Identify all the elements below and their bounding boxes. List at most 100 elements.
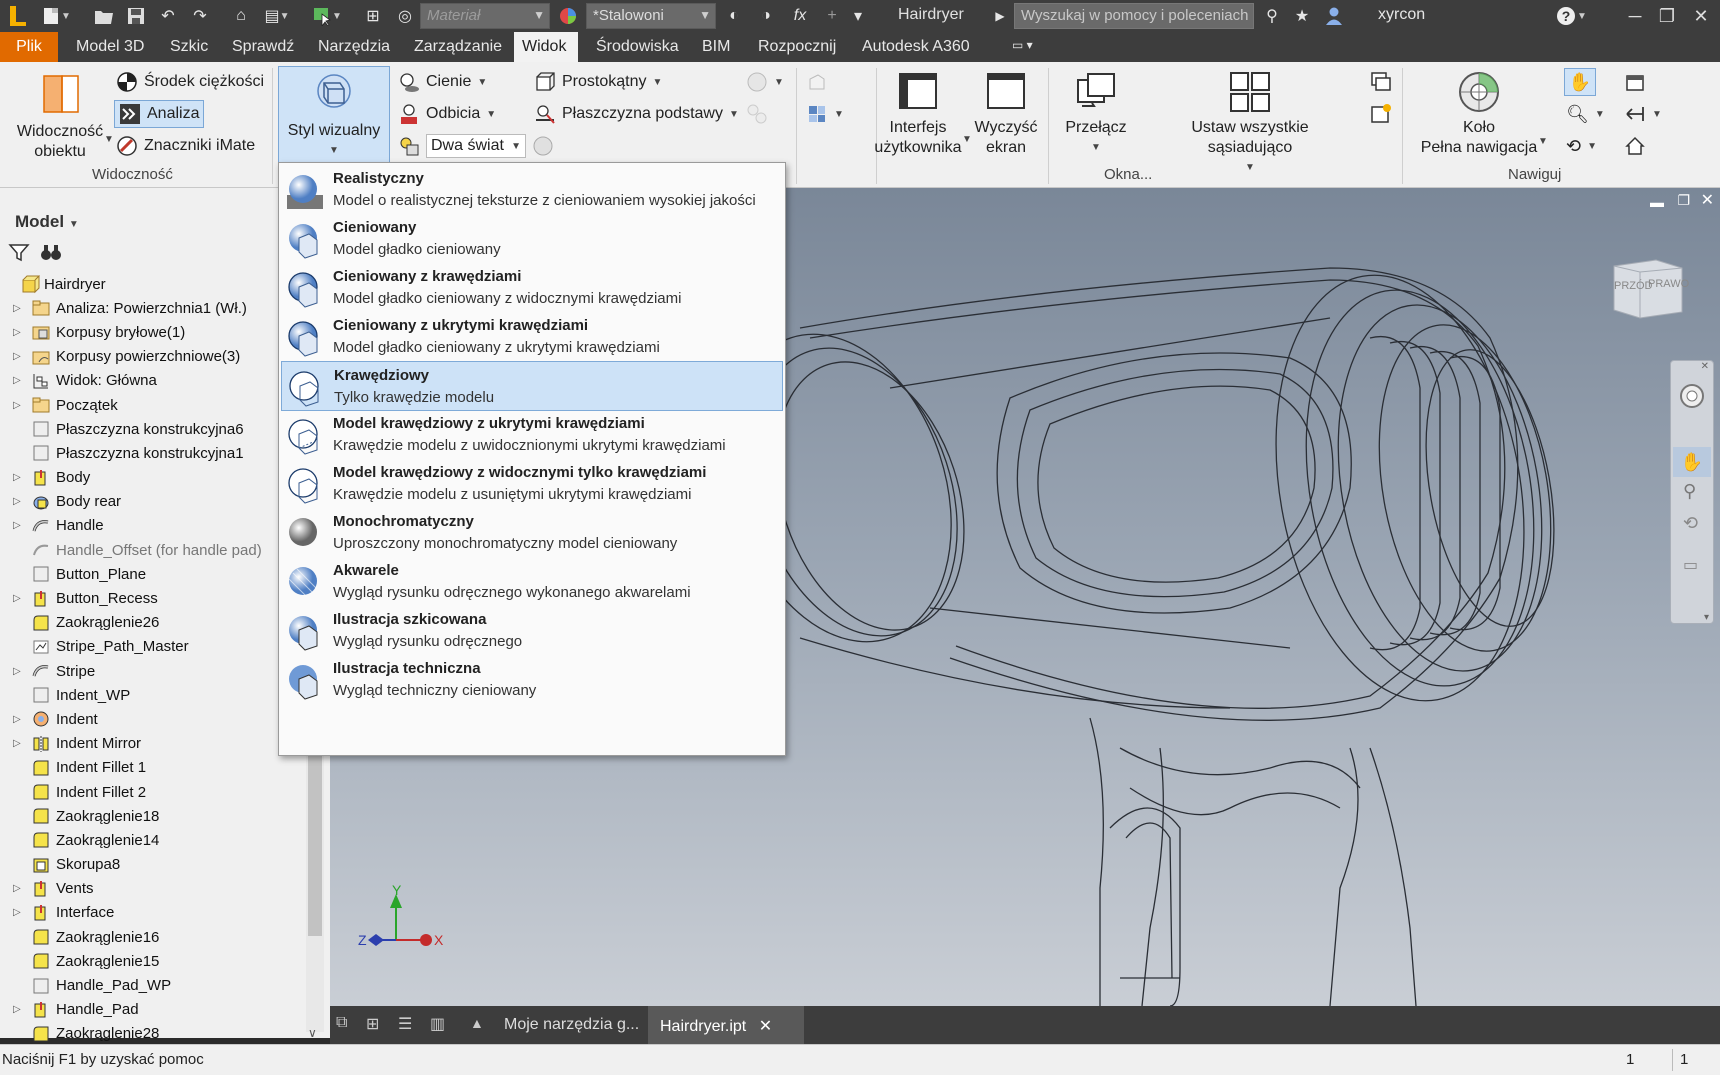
- center-of-gravity-button[interactable]: Środek ciężkości: [116, 68, 264, 96]
- expand-arrow-icon[interactable]: ▷: [13, 472, 23, 483]
- tile-horizontal-icon[interactable]: ☰: [398, 1014, 412, 1034]
- visual-style-option[interactable]: Cieniowany Model gładko cieniowany: [281, 214, 783, 264]
- expand-arrow-icon[interactable]: ▷: [13, 666, 23, 677]
- close-icon[interactable]: ✕: [1686, 2, 1716, 30]
- view-face-button[interactable]: [1624, 68, 1646, 96]
- orbit-button[interactable]: ⟲ ▼: [1566, 132, 1597, 160]
- doc-tab-my-tools[interactable]: Moje narzędzia g...: [492, 1006, 651, 1044]
- tree-item[interactable]: ▷ Analiza: Powierzchnia1 (Wł.): [0, 296, 306, 320]
- undo-icon[interactable]: ↶: [156, 4, 180, 28]
- tree-item[interactable]: Handle_Pad_WP: [0, 973, 306, 997]
- tabs-up-icon[interactable]: ▲: [470, 1015, 484, 1031]
- navbar-look-at-icon[interactable]: ▭: [1683, 555, 1698, 575]
- visual-style-option[interactable]: Akwarele Wygląd rysunku odręcznego wykona…: [281, 557, 783, 607]
- ground-plane-button[interactable]: Płaszczyzna podstawy ▼: [534, 100, 739, 128]
- app-menu-icon[interactable]: [4, 4, 30, 28]
- tree-item[interactable]: ▷ Korpusy powierzchniowe(3): [0, 345, 306, 369]
- doc-tab-close-icon[interactable]: ✕: [759, 1018, 772, 1035]
- shadows-button[interactable]: Cienie ▼: [398, 68, 487, 96]
- material-select[interactable]: Materiał ▼: [420, 3, 550, 29]
- tab-get-started[interactable]: Rozpocznij: [750, 32, 844, 62]
- visual-style-option[interactable]: Cieniowany z krawędziami Model gładko cie…: [281, 263, 783, 313]
- expand-arrow-icon[interactable]: ▷: [13, 375, 23, 386]
- expand-arrow-icon[interactable]: ▷: [13, 883, 23, 894]
- expand-arrow-icon[interactable]: ▷: [13, 351, 23, 362]
- tree-item[interactable]: Indent_WP: [0, 683, 306, 707]
- visual-style-option[interactable]: Ilustracja szkicowana Wygląd rysunku odrę…: [281, 606, 783, 656]
- scroll-down-icon[interactable]: ∨: [308, 1026, 317, 1040]
- tree-item[interactable]: Płaszczyzna konstrukcyjna6: [0, 417, 306, 441]
- reflections-button[interactable]: Odbicia ▼: [398, 100, 496, 128]
- user-interface-caret-icon[interactable]: ▼: [962, 134, 972, 145]
- tree-root-item[interactable]: Hairdryer: [0, 272, 306, 296]
- adjust-appearance-icon[interactable]: ◐: [722, 4, 746, 28]
- visual-style-option[interactable]: Model krawędziowy z ukrytymi krawędziami…: [281, 410, 783, 460]
- visual-style-option[interactable]: Realistyczny Model o realistycznej tekstu…: [281, 165, 783, 215]
- tab-environments[interactable]: Środowiska: [588, 32, 687, 62]
- restore-icon[interactable]: ❐: [1652, 2, 1682, 30]
- visual-style-option[interactable]: Monochromatyczny Uproszczony monochromaty…: [281, 508, 783, 558]
- tab-tools[interactable]: Narzędzia: [310, 32, 398, 62]
- appearance-select[interactable]: *Stalowoni ▼: [586, 3, 716, 29]
- expand-arrow-icon[interactable]: ▷: [13, 907, 23, 918]
- minimize-icon[interactable]: ─: [1620, 2, 1650, 30]
- tree-item[interactable]: ▷ Początek: [0, 393, 306, 417]
- expand-arrow-icon[interactable]: ▷: [13, 400, 23, 411]
- tree-item[interactable]: Zaokrąglenie18: [0, 804, 306, 828]
- tree-item[interactable]: Handle_Offset (for handle pad): [0, 538, 306, 562]
- update-icon[interactable]: ▤ ▼: [260, 4, 294, 28]
- tree-item[interactable]: Stripe_Path_Master: [0, 635, 306, 659]
- tree-item[interactable]: Button_Plane: [0, 562, 306, 586]
- tree-item[interactable]: Indent Fillet 1: [0, 756, 306, 780]
- fx-icon[interactable]: fx: [788, 4, 812, 28]
- lighting-select[interactable]: Dwa świat ▼: [398, 132, 554, 160]
- tree-item[interactable]: ▷ Vents: [0, 877, 306, 901]
- tree-item[interactable]: ▷ Handle_Pad: [0, 998, 306, 1022]
- navbar-orbit-icon[interactable]: ⟲: [1683, 513, 1698, 534]
- steering-wheel-icon[interactable]: [1679, 383, 1705, 413]
- visual-style-option[interactable]: Ilustracja techniczna Wygląd techniczny c…: [281, 655, 783, 705]
- home-view-button[interactable]: [1624, 132, 1646, 160]
- tab-file[interactable]: Plik: [0, 32, 58, 62]
- expand-arrow-icon[interactable]: ▷: [13, 303, 23, 314]
- user-interface-button[interactable]: Interfejs użytkownika: [870, 68, 966, 158]
- navigation-wheel-caret-icon[interactable]: ▼: [1538, 136, 1548, 147]
- select-priority-icon[interactable]: ▼: [310, 4, 344, 28]
- doc-tab-hairdryer[interactable]: Hairdryer.ipt ✕: [648, 1006, 804, 1044]
- customize-qat-icon[interactable]: ▾: [848, 4, 868, 28]
- tree-item[interactable]: Indent Fillet 2: [0, 780, 306, 804]
- new-window-button[interactable]: [1370, 100, 1392, 128]
- tile-windows-icon[interactable]: ⊞: [366, 1014, 379, 1034]
- tab-manage[interactable]: Zarządzanie: [406, 32, 510, 62]
- object-visibility-button[interactable]: Widoczność obiektu: [8, 68, 112, 162]
- navbar-pan-icon[interactable]: ✋: [1673, 447, 1711, 477]
- expand-arrow-icon[interactable]: ▷: [13, 496, 23, 507]
- tab-sketch[interactable]: Szkic: [162, 32, 216, 62]
- expand-arrow-icon[interactable]: ▷: [13, 738, 23, 749]
- open-icon[interactable]: [92, 4, 116, 28]
- imate-markers-button[interactable]: Znaczniki iMate: [116, 132, 255, 160]
- cascade-button[interactable]: [1370, 68, 1392, 96]
- pan-button[interactable]: ✋: [1564, 68, 1596, 96]
- measure-icon[interactable]: ⊞: [360, 4, 386, 28]
- object-visibility-caret-icon[interactable]: ▼: [104, 134, 114, 145]
- full-navigation-wheel-button[interactable]: Koło Pełna nawigacja: [1412, 68, 1546, 158]
- tree-item[interactable]: Płaszczyzna konstrukcyjna1: [0, 441, 306, 465]
- visual-style-button[interactable]: Styl wizualny ▼: [278, 66, 390, 166]
- filter-icon[interactable]: [8, 242, 30, 266]
- viewcube[interactable]: PRZÓD PRAWO: [1606, 256, 1689, 322]
- tree-item[interactable]: ▷ Button_Recess: [0, 586, 306, 610]
- half-section-button[interactable]: [806, 68, 828, 96]
- tab-inspect[interactable]: Sprawdź: [224, 32, 302, 62]
- tab-bim[interactable]: BIM: [694, 32, 738, 62]
- plus-icon[interactable]: +: [820, 4, 844, 28]
- cascade-windows-icon[interactable]: ⧉: [336, 1014, 347, 1032]
- ribbon-display-options-icon[interactable]: ▭ ▾: [1004, 32, 1041, 62]
- model-browser-title[interactable]: Model ▼: [15, 212, 79, 232]
- switch-window-button[interactable]: Przełącz ▼: [1060, 68, 1132, 158]
- tab-view[interactable]: Widok: [514, 32, 578, 62]
- tree-item[interactable]: ▷ Widok: Główna: [0, 369, 306, 393]
- clean-screen-button[interactable]: Wyczyść ekran: [972, 68, 1040, 158]
- expand-arrow-icon[interactable]: ▷: [13, 714, 23, 725]
- home-icon[interactable]: ⌂: [228, 4, 254, 28]
